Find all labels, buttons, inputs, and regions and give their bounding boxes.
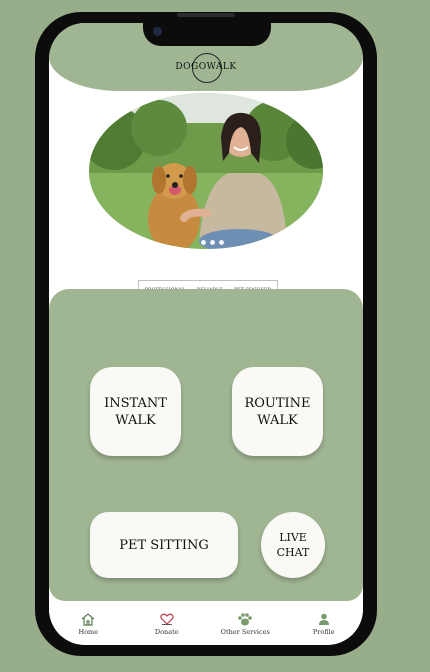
nav-home-label: Home	[78, 628, 99, 636]
instant-walk-label: INSTANT WALK	[104, 395, 167, 428]
home-icon	[81, 611, 95, 627]
front-camera	[153, 27, 162, 36]
nav-profile-label: Profile	[312, 628, 335, 636]
nav-home[interactable]: Home	[53, 609, 123, 645]
carousel-dot[interactable]	[210, 240, 215, 245]
routine-walk-button[interactable]: ROUTINE WALK	[232, 367, 323, 456]
bottom-nav: Home Donate Other Services Profile	[49, 609, 363, 645]
hero-carousel[interactable]	[89, 93, 323, 249]
nav-other-services-label: Other Services	[220, 628, 270, 636]
instant-walk-button[interactable]: INSTANT WALK	[90, 367, 181, 456]
profile-icon	[318, 611, 330, 627]
app-screen: DOGOWALK INSTANT WALK ROUTINE WALK PET S…	[49, 23, 363, 645]
nav-profile[interactable]: Profile	[289, 609, 359, 645]
live-chat-button[interactable]: LIVE CHAT	[261, 512, 325, 578]
heart-icon	[160, 611, 174, 627]
paw-icon	[237, 611, 253, 627]
pet-sitting-button[interactable]: PET SITTING	[90, 512, 238, 578]
live-chat-label: LIVE CHAT	[276, 531, 310, 559]
phone-speaker	[177, 13, 235, 17]
carousel-dot[interactable]	[201, 240, 206, 245]
carousel-dot[interactable]	[219, 240, 224, 245]
routine-walk-label: ROUTINE WALK	[244, 395, 311, 428]
nav-donate-label: Donate	[154, 628, 179, 636]
hero-image	[89, 93, 323, 249]
app-logo: DOGOWALK	[175, 62, 237, 72]
phone-notch	[143, 13, 271, 46]
nav-other-services[interactable]: Other Services	[210, 609, 280, 645]
carousel-dots[interactable]	[201, 240, 224, 245]
pet-sitting-label: PET SITTING	[119, 537, 209, 553]
nav-donate[interactable]: Donate	[132, 609, 202, 645]
